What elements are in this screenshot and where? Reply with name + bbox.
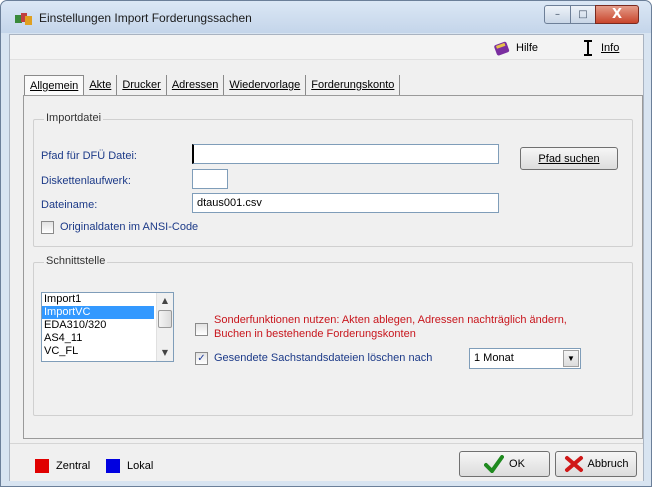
- scroll-thumb[interactable]: [158, 310, 172, 328]
- zentral-swatch: [35, 459, 49, 473]
- cancel-button[interactable]: Abbruch: [555, 451, 637, 477]
- help-label: Hilfe: [516, 41, 539, 54]
- listbox-scrollbar[interactable]: ▲ ▼: [156, 293, 173, 361]
- sonder-label-line2: Buchen in bestehende Forderungskonten: [214, 328, 416, 340]
- ansi-label: Originaldaten im ANSI-Code: [60, 221, 199, 233]
- zentral-label: Zentral: [56, 460, 91, 472]
- help-book-icon: [494, 41, 510, 55]
- ok-button[interactable]: OK: [459, 451, 550, 477]
- scroll-down-icon[interactable]: ▼: [157, 345, 173, 361]
- tab-akte[interactable]: Akte: [84, 75, 118, 95]
- list-item[interactable]: AS4_11: [42, 332, 154, 345]
- interface-listbox[interactable]: Import1 ImportVC EDA310/320 AS4_11 VC_FL…: [41, 292, 174, 362]
- tab-drucker[interactable]: Drucker: [117, 75, 167, 95]
- window-title: Einstellungen Import Forderungssachen: [39, 11, 252, 25]
- info-button[interactable]: Info: [581, 38, 619, 57]
- importdatei-title: Importdatei: [44, 112, 104, 124]
- delete-checkbox[interactable]: ✓: [195, 352, 208, 365]
- scroll-up-icon[interactable]: ▲: [157, 293, 173, 309]
- chevron-down-icon[interactable]: ▼: [563, 350, 579, 367]
- maximize-icon: □: [578, 9, 588, 20]
- close-button[interactable]: X: [595, 5, 639, 24]
- ansi-checkbox[interactable]: [41, 221, 54, 234]
- settings-window: Einstellungen Import Forderungssachen – …: [0, 0, 652, 487]
- maximize-button[interactable]: □: [570, 5, 596, 24]
- delete-label: Gesendete Sachstandsdateien löschen nach: [214, 352, 433, 364]
- drive-input[interactable]: [192, 169, 228, 189]
- help-toolbar: Hilfe Info: [10, 35, 643, 60]
- lokal-label: Lokal: [127, 460, 154, 472]
- checkmark-icon: [484, 455, 505, 473]
- drive-label: Diskettenlaufwerk:: [41, 175, 131, 187]
- help-button[interactable]: Hilfe: [494, 38, 538, 57]
- path-label: Pfad für DFÜ Datei:: [41, 150, 137, 162]
- close-icon: X: [611, 7, 623, 22]
- tab-page-allgemein: Importdatei Pfad für DFÜ Datei: Pfad suc…: [23, 95, 643, 439]
- schnittstelle-title: Schnittstelle: [44, 255, 108, 267]
- path-input[interactable]: [192, 144, 499, 164]
- title-bar[interactable]: Einstellungen Import Forderungssachen – …: [1, 1, 651, 33]
- tab-forderungskonto[interactable]: Forderungskonto: [306, 75, 401, 95]
- list-item[interactable]: VC_FL: [42, 345, 154, 358]
- list-item[interactable]: Import1: [42, 293, 154, 306]
- list-item[interactable]: EDA310/320: [42, 319, 154, 332]
- app-icon: [15, 13, 32, 25]
- info-cursor-icon: [584, 39, 592, 56]
- tab-allgemein[interactable]: Allgemein: [24, 75, 85, 95]
- sonder-label-line1: Sonderfunktionen nutzen: Akten ablegen, …: [214, 314, 567, 326]
- tab-wiedervorlage[interactable]: Wiedervorlage: [224, 75, 307, 95]
- dialog-client: Hilfe Info Allgemein Akte Drucker Adress…: [9, 34, 644, 481]
- filename-label: Dateiname:: [41, 199, 98, 211]
- minimize-icon: –: [555, 9, 560, 20]
- cancel-x-icon: [564, 456, 583, 472]
- info-label: Info: [601, 41, 620, 54]
- footer-bar: Zentral Lokal OK Abbruch: [10, 443, 643, 481]
- tab-strip: Allgemein Akte Drucker Adressen Wiedervo…: [24, 75, 401, 95]
- browse-path-button[interactable]: Pfad suchen: [520, 147, 618, 170]
- sonder-checkbox[interactable]: [195, 323, 208, 336]
- filename-input[interactable]: dtaus001.csv: [192, 193, 499, 213]
- minimize-button[interactable]: –: [544, 5, 571, 24]
- delete-period-select[interactable]: 1 Monat ▼: [469, 348, 581, 369]
- list-item-selected[interactable]: ImportVC: [42, 306, 154, 319]
- tab-adressen[interactable]: Adressen: [167, 75, 225, 95]
- lokal-swatch: [106, 459, 120, 473]
